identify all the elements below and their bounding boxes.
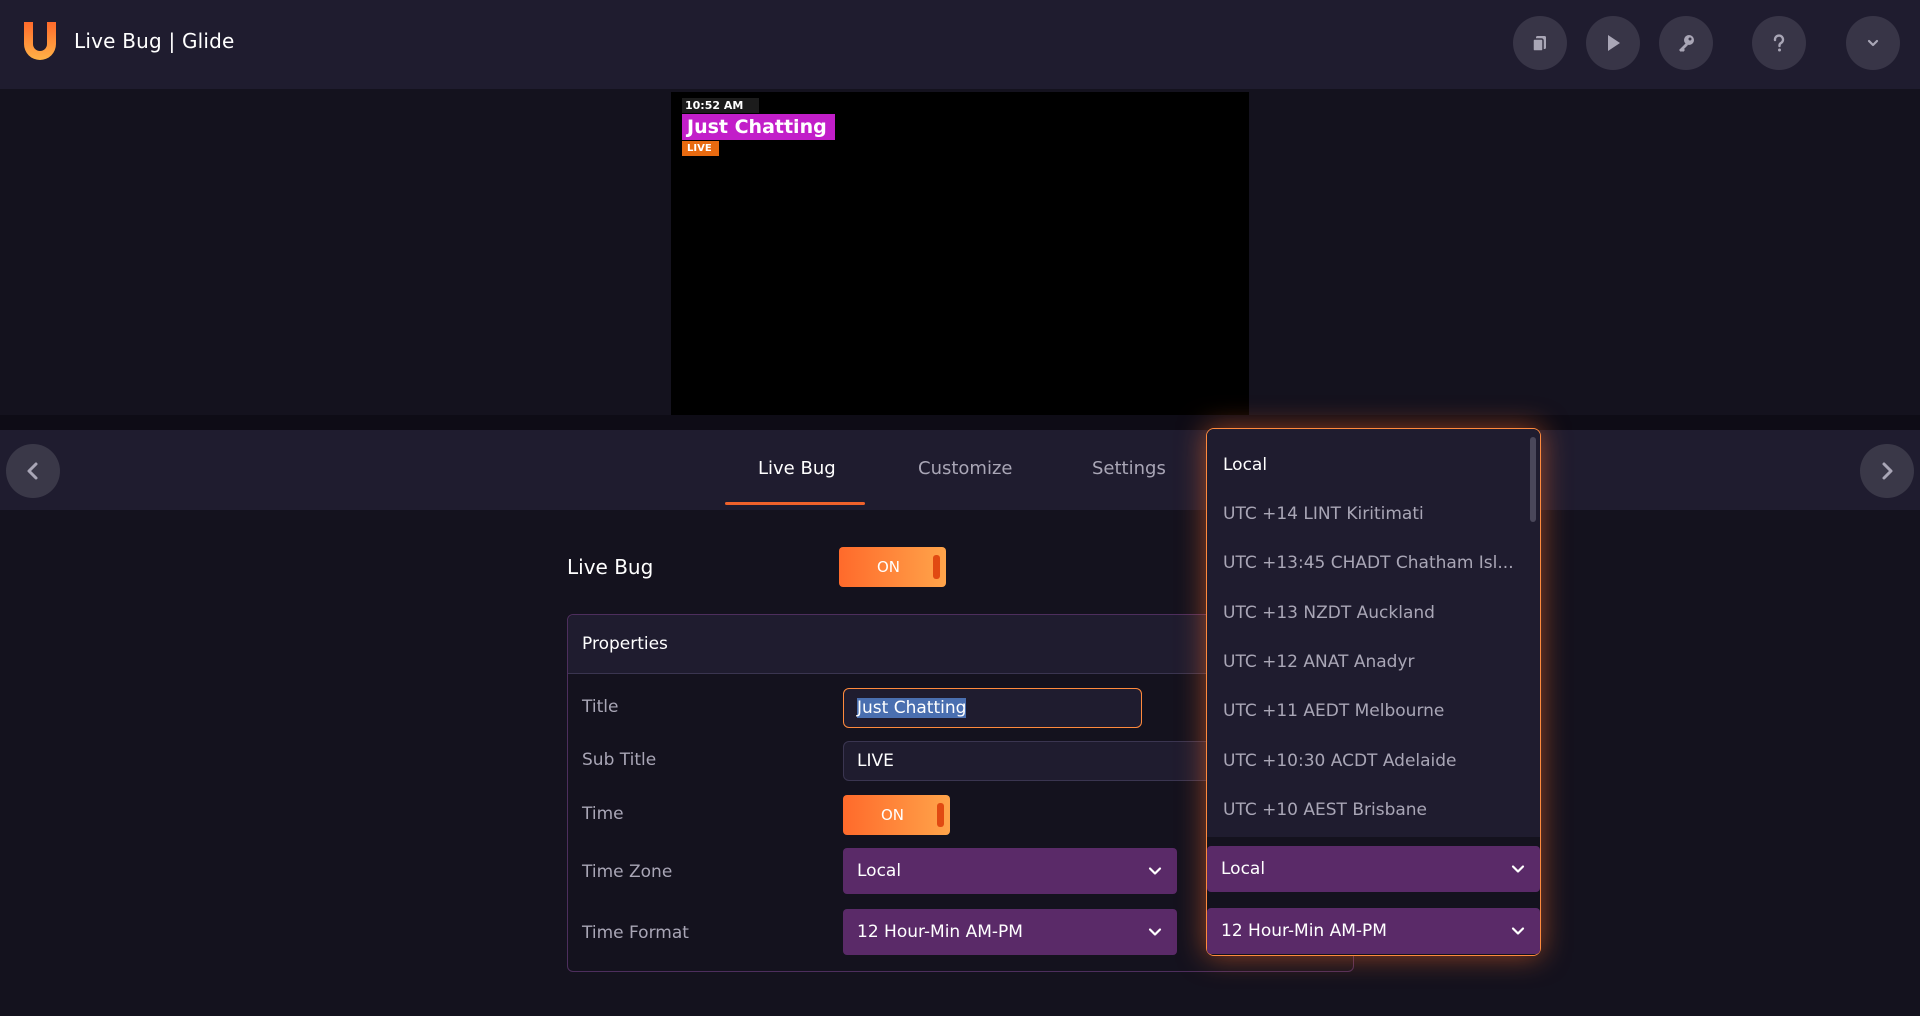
- timezone-label: Time Zone: [582, 862, 673, 882]
- help-icon: [1773, 34, 1785, 52]
- preview-title: Just Chatting: [682, 114, 835, 140]
- live-bug-toggle-label: ON: [876, 558, 901, 576]
- app-header: Live Bug | Glide: [0, 0, 1920, 89]
- dropdown-timezone-value: Local: [1221, 859, 1266, 879]
- live-bug-label: Live Bug: [567, 555, 654, 579]
- tab-settings[interactable]: Settings: [1092, 458, 1166, 479]
- play-button[interactable]: [1586, 16, 1640, 70]
- live-bug-toggle[interactable]: ON: [839, 547, 946, 587]
- chevron-down-icon: [1148, 867, 1162, 875]
- timezone-option[interactable]: UTC +12 ANAT Anadyr: [1223, 652, 1523, 672]
- toggle-knob: [933, 555, 940, 579]
- preview-subtitle: LIVE: [682, 141, 719, 156]
- chevron-left-icon: [27, 462, 38, 480]
- live-bug-preview: 10:52 AM Just Chatting LIVE: [671, 92, 1249, 416]
- timezone-select-value: Local: [857, 861, 902, 881]
- active-tab-indicator: [725, 502, 865, 505]
- glide-logo-icon: [24, 22, 56, 60]
- tab-live-bug[interactable]: Live Bug: [758, 458, 836, 479]
- dropdown-timeformat-value: 12 Hour-Min AM-PM: [1221, 921, 1387, 941]
- time-toggle-label: ON: [880, 806, 905, 824]
- title-label: Title: [582, 697, 619, 717]
- chevron-right-icon: [1882, 462, 1893, 480]
- preview-divider: [0, 415, 1920, 430]
- key-icon: [1679, 35, 1694, 52]
- timezone-option[interactable]: UTC +10:30 ACDT Adelaide: [1223, 751, 1523, 771]
- time-toggle[interactable]: ON: [843, 795, 950, 835]
- timezone-option[interactable]: UTC +11 AEDT Melbourne: [1223, 701, 1523, 721]
- subtitle-input[interactable]: LIVE: [843, 741, 1213, 781]
- preview-time: 10:52 AM: [682, 98, 759, 113]
- help-button[interactable]: [1752, 16, 1806, 70]
- tab-bar: Live Bug Customize Settings: [0, 430, 1920, 510]
- dropdown-timeformat-select[interactable]: 12 Hour-Min AM-PM: [1207, 908, 1540, 954]
- app-title: Live Bug | Glide: [74, 29, 235, 53]
- subtitle-label: Sub Title: [582, 750, 657, 770]
- timezone-option[interactable]: UTC +10 AEST Brisbane: [1223, 800, 1523, 820]
- timezone-option[interactable]: Local: [1223, 455, 1523, 475]
- chevron-down-icon: [1867, 39, 1879, 47]
- chevron-down-icon: [1511, 927, 1525, 935]
- timeformat-select-value: 12 Hour-Min AM-PM: [857, 922, 1023, 942]
- timeformat-select[interactable]: 12 Hour-Min AM-PM: [843, 909, 1177, 955]
- timezone-option[interactable]: UTC +13 NZDT Auckland: [1223, 603, 1523, 623]
- copy-icon: [1532, 36, 1546, 52]
- timezone-option[interactable]: UTC +14 LINT Kiritimati: [1223, 504, 1523, 524]
- expand-button[interactable]: [1846, 16, 1900, 70]
- title-input[interactable]: Just Chatting: [843, 688, 1142, 728]
- timezone-options-list[interactable]: Local UTC +14 LINT Kiritimati UTC +13:45…: [1207, 429, 1540, 837]
- timezone-select[interactable]: Local: [843, 848, 1177, 894]
- play-icon: [1608, 35, 1620, 51]
- next-button[interactable]: [1860, 444, 1914, 498]
- dropdown-timezone-select[interactable]: Local: [1207, 846, 1540, 892]
- chevron-down-icon: [1511, 865, 1525, 873]
- timezone-option[interactable]: UTC +13:45 CHADT Chatham Isl...: [1223, 553, 1523, 573]
- key-button[interactable]: [1659, 16, 1713, 70]
- tab-customize[interactable]: Customize: [918, 458, 1012, 479]
- time-label: Time: [582, 804, 624, 824]
- chevron-down-icon: [1148, 928, 1162, 936]
- dropdown-scrollbar[interactable]: [1530, 437, 1536, 522]
- previous-button[interactable]: [6, 444, 60, 498]
- timeformat-label: Time Format: [582, 923, 689, 943]
- properties-title: Properties: [582, 634, 668, 654]
- copy-button[interactable]: [1513, 16, 1567, 70]
- title-input-value: Just Chatting: [857, 698, 967, 718]
- toggle-knob: [937, 803, 944, 827]
